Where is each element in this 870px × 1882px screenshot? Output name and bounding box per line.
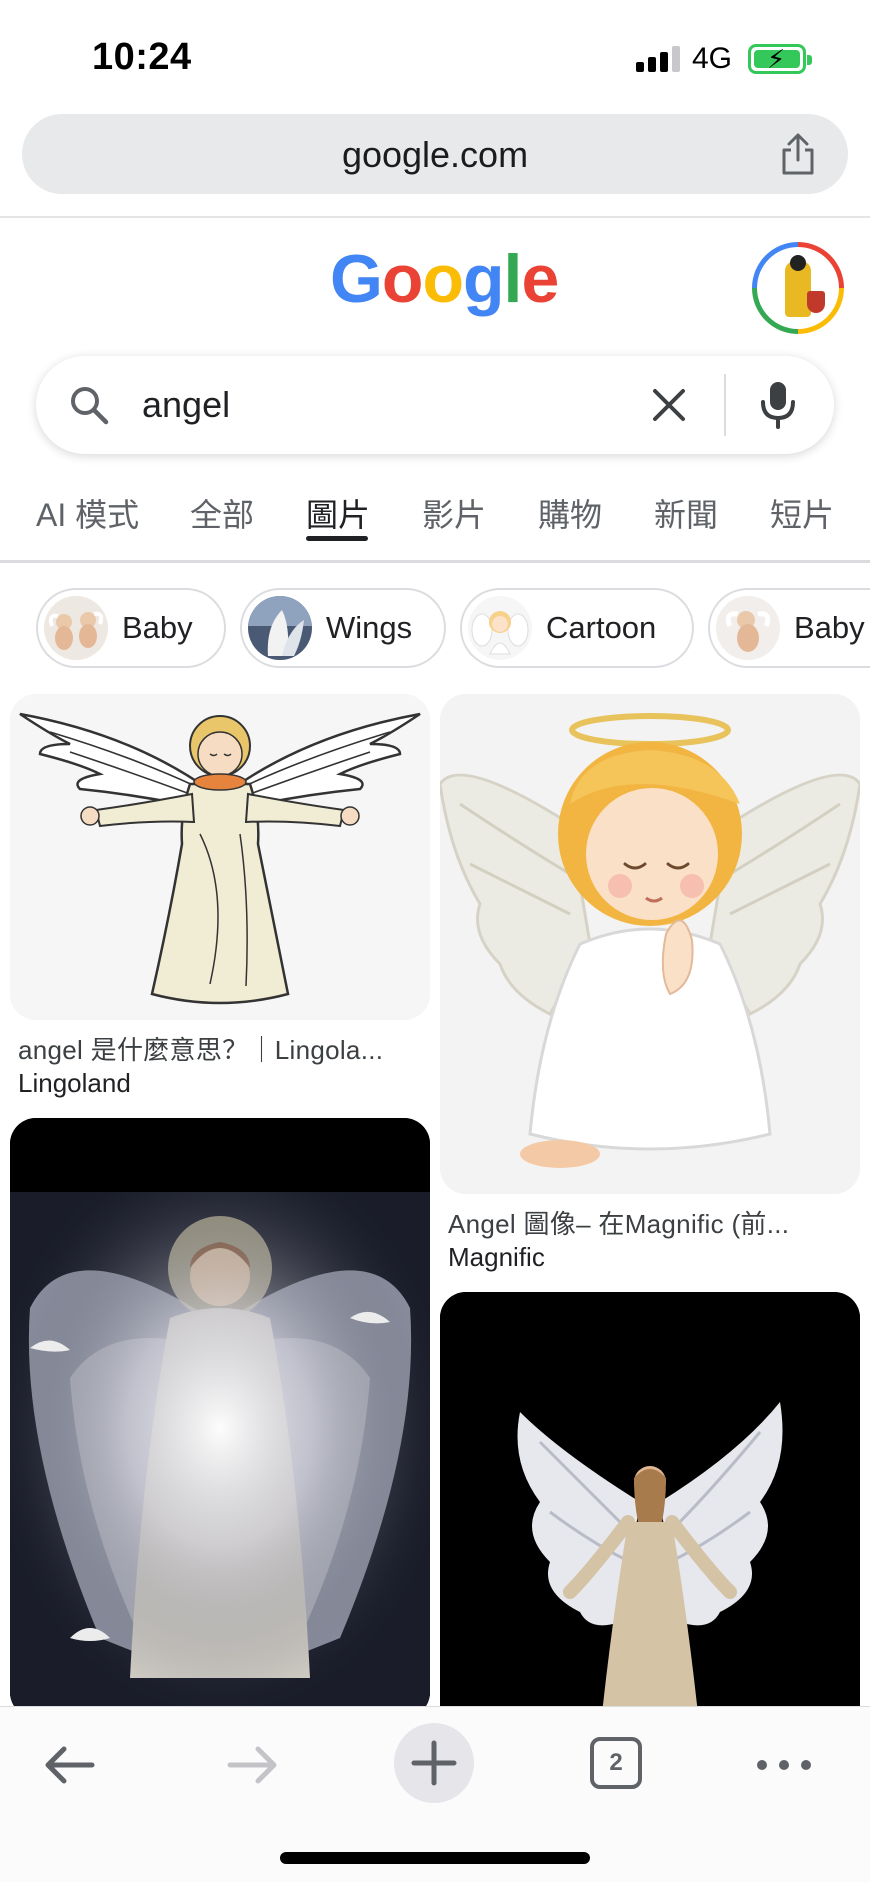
status-bar: 10:24 4G ⚡ [0,0,870,110]
result-image[interactable] [440,694,860,1194]
tab-videos[interactable]: 影片 [422,490,486,536]
praying-angel-image [440,694,860,1194]
active-tab-indicator [306,536,368,541]
angel-drawing-image [10,694,430,1020]
search-icon [71,387,109,425]
result-source[interactable]: Lingoland [18,1068,131,1099]
tab-ai-mode[interactable]: AI 模式 [36,490,139,536]
clear-icon[interactable] [650,386,688,424]
divider [0,560,870,563]
result-source[interactable]: Magnific [448,1242,545,1273]
search-tabs: AI 模式 全部 圖片 影片 購物 新聞 短片 [0,480,870,562]
home-indicator[interactable] [280,1852,590,1864]
chip-label: Cartoon [546,610,657,645]
costume-angel-image [440,1292,860,1706]
tab-shorts[interactable]: 短片 [770,490,834,536]
search-divider [724,374,726,436]
search-input[interactable]: angel [142,384,230,426]
chip-thumbnail [716,596,780,660]
plus-icon [411,1740,457,1786]
chip-label: Baby [122,610,193,645]
painted-angel-image [10,1118,430,1706]
forward-arrow-icon[interactable] [216,1729,288,1801]
divider [0,216,870,218]
more-icon[interactable] [748,1729,820,1801]
result-image[interactable] [440,1292,860,1706]
back-arrow-icon[interactable] [34,1729,106,1801]
chip-baby[interactable]: Baby [36,588,226,668]
result-title[interactable]: Angel 圖像– 在Magnific (前... [448,1204,856,1241]
chip-thumbnail [44,596,108,660]
tab-shopping[interactable]: 購物 [538,490,602,536]
result-image[interactable] [10,694,430,1020]
chip-label: Wings [326,610,413,645]
result-title[interactable]: angel 是什麼意思？｜Lingola... [18,1030,426,1067]
new-tab-button[interactable] [394,1723,474,1803]
tab-images[interactable]: 圖片 [306,490,370,536]
chip-thumbnail [468,596,532,660]
url-text[interactable]: google.com [22,134,848,176]
filter-chips: Baby Wings Cartoon Baby [0,588,870,670]
address-bar[interactable]: google.com [22,114,848,194]
signal-strength-icon [636,46,680,72]
chip-cartoon[interactable]: Cartoon [460,588,694,668]
chip-baby-2[interactable]: Baby [708,588,870,668]
result-image[interactable] [10,1118,430,1706]
tab-switcher-button[interactable]: 2 [590,1737,642,1789]
chip-thumbnail [248,596,312,660]
tab-news[interactable]: 新聞 [654,490,718,536]
mic-icon[interactable] [758,380,798,430]
google-logo[interactable]: Google [330,240,559,318]
status-time: 10:24 [92,36,192,78]
network-type: 4G [692,42,733,75]
chip-wings[interactable]: Wings [240,588,446,668]
tab-all[interactable]: 全部 [190,490,254,536]
account-avatar[interactable] [752,242,844,334]
chip-label: Baby [794,610,865,645]
search-box[interactable]: angel [36,356,834,454]
image-results: angel 是什麼意思？｜Lingola... Lingoland Angel … [0,690,870,1706]
share-icon[interactable] [776,132,820,176]
battery-icon: ⚡ [748,44,812,74]
